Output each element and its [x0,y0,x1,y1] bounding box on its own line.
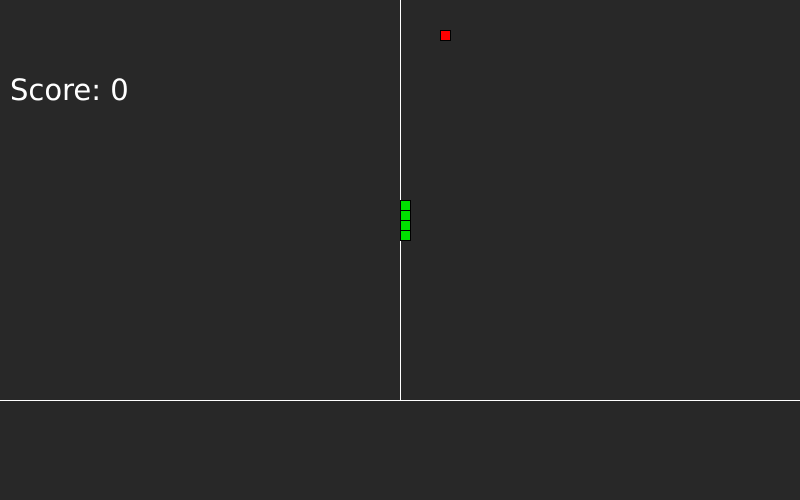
snake-segment [400,230,411,241]
score-label: Score: 0 [10,73,129,107]
food-item [440,30,451,41]
game-board[interactable]: Score: 0 [0,0,800,500]
horizontal-divider-line [0,400,800,401]
